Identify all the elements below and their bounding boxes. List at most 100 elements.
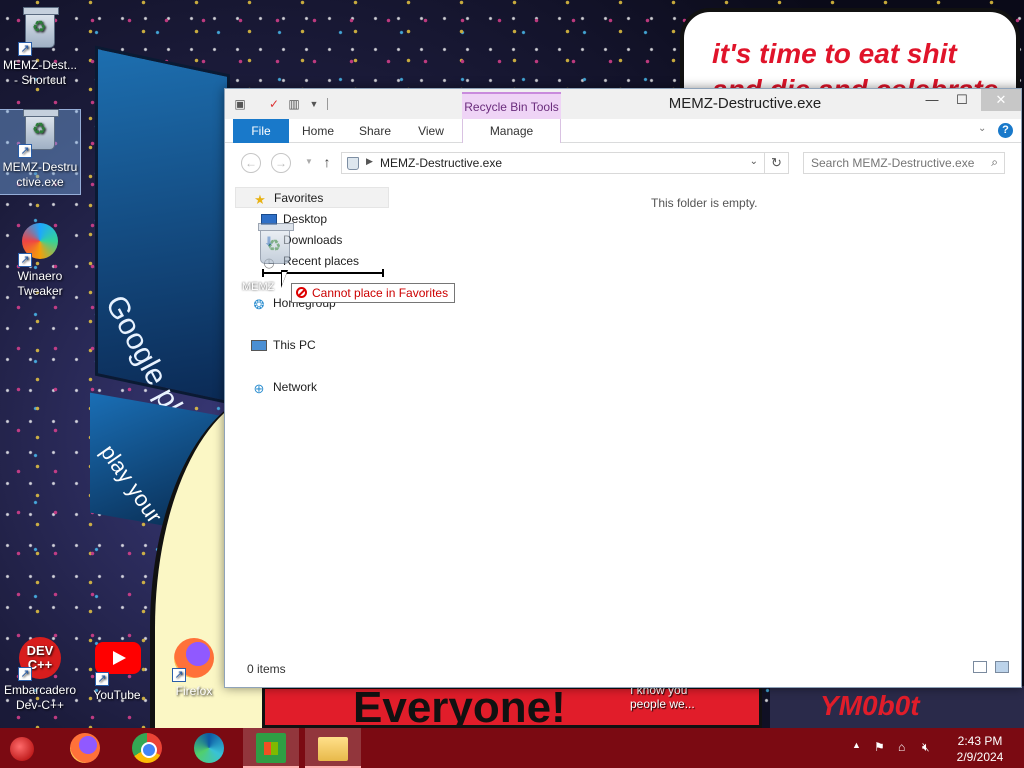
drag-tooltip-text: Cannot place in Favorites <box>312 286 449 300</box>
tab-manage[interactable]: Manage <box>462 119 561 143</box>
recycle-bin-icon: ↗ <box>18 7 62 56</box>
wallpaper-corner-sign: YM0b0t <box>770 686 1024 728</box>
show-hidden-icons-icon[interactable]: ▲ <box>852 740 861 750</box>
recycle-bin-icon <box>258 223 294 264</box>
desktop-icon-label: Winaero Tweaker <box>17 269 63 298</box>
close-button[interactable]: ✕ <box>981 89 1021 111</box>
recycle-bin-icon <box>347 157 359 170</box>
desktop-icon-label: YouTube <box>93 688 141 702</box>
minimize-button[interactable]: — <box>917 89 947 111</box>
large-icons-view-button[interactable] <box>995 661 1009 673</box>
start-button[interactable] <box>0 728 48 768</box>
desktop-icon-label: MEMZ-Dest... - Shortcut <box>3 58 77 87</box>
tab-view[interactable]: View <box>409 119 453 143</box>
desktop-icon-firefox[interactable]: ↗ Firefox <box>154 636 234 699</box>
shortcut-arrow-icon: ↗ <box>18 253 32 267</box>
devcpp-icon: DEV C++ ↗ <box>18 637 62 681</box>
shortcut-arrow-icon: ↗ <box>18 144 32 158</box>
drag-tooltip: Cannot place in Favorites <box>291 283 456 303</box>
store-icon <box>256 733 286 763</box>
taskbar-clock[interactable]: 2:43 PM 2/9/2024 <box>948 733 1012 765</box>
volume-muted-icon[interactable]: 🔇︎ <box>922 740 930 755</box>
taskbar: ▲ ⚑ ⌂ 🔇︎ 2:43 PM 2/9/2024 <box>0 728 1024 768</box>
nav-item-network[interactable]: ⊕ Network <box>251 377 317 398</box>
taskbar-edge[interactable] <box>181 728 237 768</box>
computer-icon <box>251 340 267 351</box>
taskbar-file-explorer[interactable] <box>305 728 361 768</box>
breadcrumb-chevron-icon[interactable]: ▶ <box>366 156 373 167</box>
title-bar[interactable]: ▣ ✓ ▥ ▼ Recycle Bin Tools MEMZ-Destructi… <box>225 89 1021 119</box>
winaero-icon: ↗ <box>18 223 62 267</box>
nav-item-favorites[interactable]: ★ Favorites <box>235 187 389 208</box>
file-explorer-icon <box>318 737 348 761</box>
back-button[interactable]: ← <box>241 153 261 173</box>
taskbar-store[interactable] <box>243 728 299 768</box>
firefox-icon <box>70 733 100 763</box>
help-icon[interactable]: ? <box>998 123 1013 138</box>
shortcut-arrow-icon: ↗ <box>95 672 109 686</box>
wallpaper-billboard <box>95 45 230 405</box>
desktop-icon-memz-exe[interactable]: ↗ MEMZ-Destru ctive.exe <box>0 109 81 195</box>
speech-bubble-line-1: it's time to eat shit <box>712 38 957 69</box>
firefox-icon: ↗ <box>172 638 216 682</box>
context-tab-group-label: Recycle Bin Tools <box>462 92 561 119</box>
window-title: MEMZ-Destructive.exe <box>668 95 822 112</box>
refresh-button[interactable]: ↻ <box>765 152 789 174</box>
desktop-icon-label: Firefox <box>175 684 213 698</box>
shortcut-arrow-icon: ↗ <box>18 667 32 681</box>
clock-time: 2:43 PM <box>957 734 1003 748</box>
address-bar[interactable]: ▶ MEMZ-Destructive.exe ⌄ <box>341 152 765 174</box>
navigation-pane: ★Favorites Desktop ⬇Downloads ◷Recent pl… <box>225 187 393 657</box>
customize-quick-access-icon[interactable]: ▼ <box>307 97 321 111</box>
nav-item-label: This PC <box>273 338 316 352</box>
forward-button[interactable]: → <box>271 153 291 173</box>
drag-ghost-label: MEMZ <box>242 281 275 293</box>
network-icon: ⊕ <box>253 381 265 396</box>
search-box: ⌕ <box>803 152 1005 174</box>
recent-locations-icon[interactable]: ▼ <box>299 153 319 173</box>
tab-home[interactable]: Home <box>295 119 341 143</box>
edge-icon <box>194 733 224 763</box>
breadcrumb-item[interactable]: MEMZ-Destructive.exe <box>380 156 502 170</box>
navigation-bar: ← → ▼ ↑ ▶ MEMZ-Destructive.exe ⌄ ↻ ⌕ <box>225 143 1021 179</box>
maximize-button[interactable]: ☐ <box>947 89 977 111</box>
nav-item-label: Network <box>273 380 318 394</box>
expand-ribbon-icon[interactable]: ⌄ <box>978 123 986 134</box>
no-entry-icon <box>296 287 307 298</box>
address-dropdown-icon[interactable]: ⌄ <box>750 156 758 167</box>
explorer-window: ▣ ✓ ▥ ▼ Recycle Bin Tools MEMZ-Destructi… <box>224 88 1022 688</box>
clock-date: 2/9/2024 <box>956 750 1004 764</box>
start-orb-icon <box>10 737 34 761</box>
homegroup-icon: ❂ <box>253 297 265 312</box>
youtube-icon: ↗ <box>95 642 141 686</box>
desktop-icon-youtube[interactable]: ↗ YouTube <box>77 636 157 703</box>
quick-access-separator <box>327 98 328 110</box>
desktop-icon-memz-shortcut[interactable]: ↗ MEMZ-Dest... - Shortcut <box>0 7 80 88</box>
desktop-icon-devcpp[interactable]: DEV C++ ↗ Embarcadero Dev-C++ <box>0 636 80 713</box>
tab-share[interactable]: Share <box>351 119 399 143</box>
search-icon[interactable]: ⌕ <box>991 155 998 170</box>
wallpaper-corner-text: YM0b0t <box>820 690 920 721</box>
drag-ghost-icon <box>258 223 296 268</box>
new-folder-icon[interactable]: ▥ <box>287 97 301 111</box>
shortcut-arrow-icon: ↗ <box>18 42 32 56</box>
network-tray-icon[interactable]: ⌂ <box>898 740 905 754</box>
up-button[interactable]: ↑ <box>317 153 337 173</box>
nav-item-label: Favorites <box>274 191 324 205</box>
desktop-icon-label: Embarcadero Dev-C++ <box>3 683 77 712</box>
recycle-bin-icon: ↗ <box>18 109 62 158</box>
action-center-flag-icon[interactable]: ⚑ <box>874 740 885 754</box>
taskbar-firefox[interactable] <box>57 728 113 768</box>
desktop-icon-winaero[interactable]: ↗ Winaero Tweaker <box>0 220 80 299</box>
desktop-icon-label: MEMZ-Destru ctive.exe <box>2 160 78 189</box>
wallpaper-banner-text: Everyone! <box>353 686 566 728</box>
tab-file[interactable]: File <box>233 119 289 143</box>
chrome-icon <box>132 733 162 763</box>
details-view-button[interactable] <box>973 661 987 673</box>
shortcut-arrow-icon: ↗ <box>172 668 186 682</box>
nav-item-this-pc[interactable]: This PC <box>251 335 316 356</box>
search-input[interactable] <box>804 153 980 173</box>
window-menu-icon[interactable]: ▣ <box>233 97 247 111</box>
taskbar-chrome[interactable] <box>119 728 175 768</box>
properties-icon[interactable]: ✓ <box>267 97 281 111</box>
